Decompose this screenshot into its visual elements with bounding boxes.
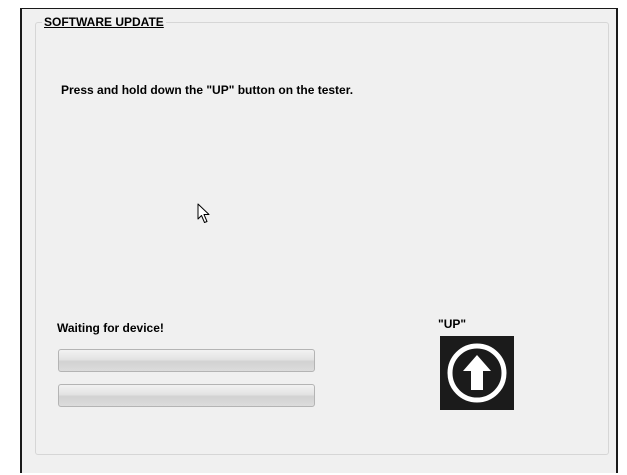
progress-bar-primary	[58, 349, 315, 372]
progress-bar-secondary	[58, 384, 315, 407]
up-arrow-circle-icon	[440, 336, 514, 410]
up-button-label: "UP"	[438, 317, 467, 331]
status-text: Waiting for device!	[57, 321, 164, 335]
mouse-pointer-icon	[197, 203, 210, 223]
software-update-group: SOFTWARE UPDATE Press and hold down the …	[35, 15, 609, 455]
instruction-text: Press and hold down the "UP" button on t…	[61, 83, 354, 97]
group-title: SOFTWARE UPDATE	[42, 15, 166, 29]
update-window: SOFTWARE UPDATE Press and hold down the …	[20, 8, 618, 473]
